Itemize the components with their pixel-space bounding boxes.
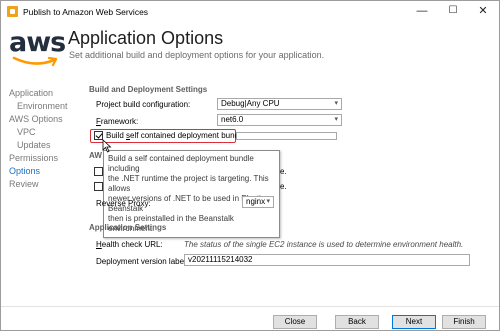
framework-label: Framework: (96, 117, 138, 126)
chevron-down-icon: ▾ (266, 198, 270, 205)
page-title: Application Options (68, 28, 224, 48)
nav-item-permissions[interactable]: Permissions (9, 152, 79, 165)
hidden-option-checkbox-1[interactable] (94, 167, 103, 176)
health-check-text: The status of the single EC2 instance is… (184, 240, 464, 249)
nav-item-application[interactable]: Application (9, 87, 79, 100)
framework-label-text: ramework: (100, 117, 139, 126)
page-subtitle: Set additional build and deployment opti… (69, 50, 325, 60)
focus-field-outline (236, 132, 337, 140)
aws-smile-icon (12, 56, 58, 67)
mouse-cursor-icon (102, 139, 112, 153)
nav-item-environment[interactable]: Environment (9, 100, 79, 113)
maximize-button[interactable]: ☐ (438, 1, 468, 21)
aws-logo-text: aws (9, 27, 66, 58)
reverse-proxy-select[interactable]: nginx ▾ (242, 196, 274, 208)
nav-item-options[interactable]: Options (9, 165, 79, 178)
app-settings-section-header: Application Settings (89, 223, 167, 232)
project-config-select[interactable]: Debug|Any CPU ▾ (217, 98, 342, 110)
reverse-proxy-label: Reverse Proxy: (96, 199, 151, 208)
footer-divider (1, 306, 499, 307)
project-config-value: Debug|Any CPU (221, 99, 280, 108)
chevron-down-icon: ▾ (334, 100, 338, 107)
reverse-proxy-value: nginx (246, 197, 266, 206)
deploy-version-value: v20211115214032 (188, 255, 253, 264)
health-check-label-text: ealth check URL: (101, 240, 163, 249)
hidden-option-label-1-tail: e. (280, 167, 287, 176)
self-contained-label[interactable]: Build self contained deployment bundle (106, 131, 245, 140)
project-config-label: Project build configuration: (96, 100, 191, 109)
nav-item-aws-options[interactable]: AWS Options (9, 113, 79, 126)
chevron-down-icon: ▾ (334, 116, 338, 123)
deploy-version-input[interactable]: v20211115214032 (184, 254, 470, 266)
framework-select[interactable]: net6.0 ▾ (217, 114, 342, 126)
tooltip-line: the .NET runtime the project is targetin… (108, 174, 269, 193)
aws-toolkit-icon (7, 6, 18, 17)
framework-value: net6.0 (221, 115, 244, 124)
wizard-header: aws Application Options Set additional b… (1, 23, 499, 73)
close-window-button[interactable]: ✕ (468, 1, 498, 21)
publish-dialog: Publish to Amazon Web Services — ☐ ✕ aws… (0, 0, 500, 331)
aws-section-header-partial: AW (89, 151, 102, 160)
back-button[interactable]: Back (335, 315, 379, 329)
title-bar: Publish to Amazon Web Services — ☐ ✕ (1, 1, 499, 23)
minimize-button[interactable]: — (407, 1, 437, 21)
close-button[interactable]: Close (273, 315, 317, 329)
build-section-header: Build and Deployment Settings (89, 85, 208, 94)
nav-item-review[interactable]: Review (9, 178, 79, 191)
window-title: Publish to Amazon Web Services (23, 7, 149, 17)
hidden-option-label-2-tail: e. (280, 182, 287, 191)
hidden-option-checkbox-2[interactable] (94, 182, 103, 191)
deploy-version-label: Deployment version label: (96, 257, 189, 266)
aws-logo: aws (9, 27, 66, 67)
wizard-nav: Application Environment AWS Options VPC … (9, 87, 79, 191)
self-contained-label-post: elf contained deployment bundle (130, 131, 246, 140)
next-button[interactable]: Next (392, 315, 436, 329)
nav-item-vpc[interactable]: VPC (9, 126, 79, 139)
tooltip-line: Build a self contained deployment bundle… (108, 154, 254, 173)
health-check-label: Health check URL: (96, 240, 163, 249)
nav-item-updates[interactable]: Updates (9, 139, 79, 152)
finish-button[interactable]: Finish (442, 315, 486, 329)
